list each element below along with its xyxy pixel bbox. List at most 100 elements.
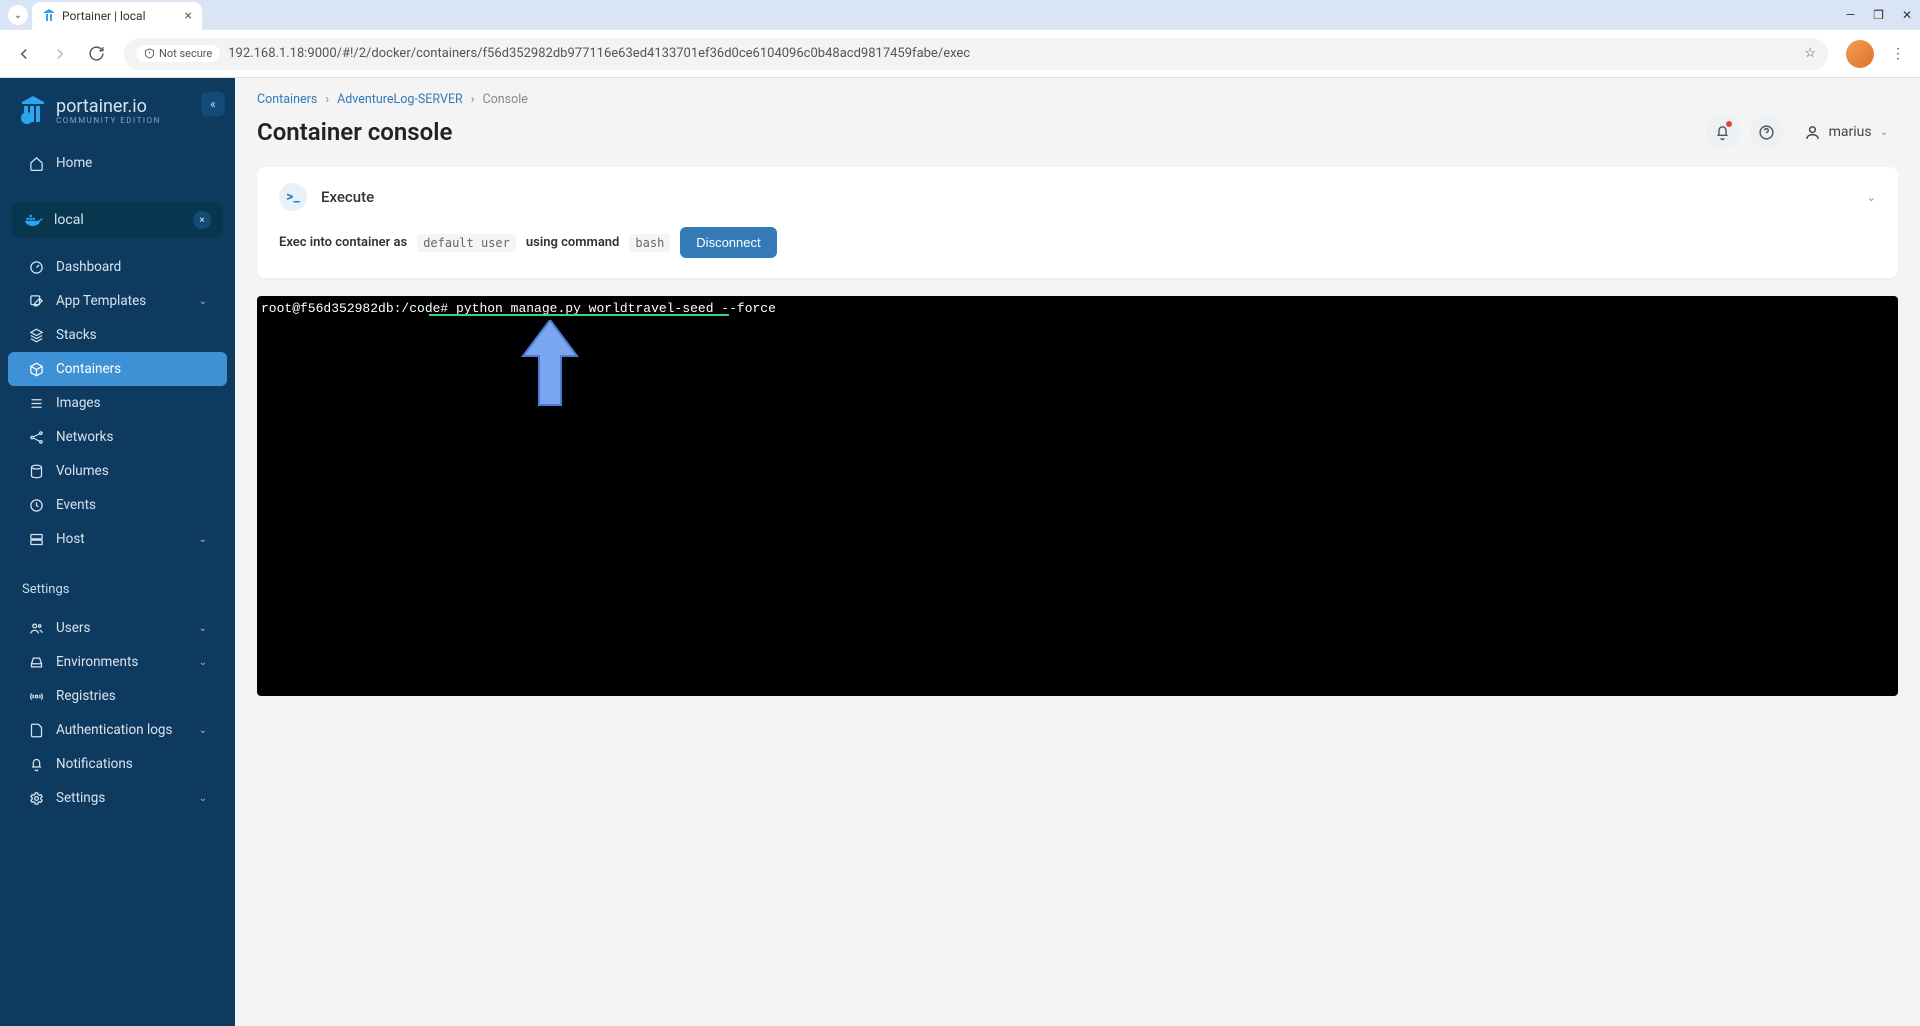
user-menu[interactable]: marius ⌄ — [1794, 118, 1898, 147]
main-content: Containers › AdventureLog-SERVER › Conso… — [235, 78, 1920, 1026]
sidebar-item-label: Users — [56, 620, 90, 636]
sidebar-item-label: Stacks — [56, 327, 97, 343]
sidebar-item-label: Environments — [56, 654, 138, 670]
bookmark-star-icon[interactable]: ☆ — [1804, 46, 1816, 61]
exec-shell: bash — [629, 234, 670, 252]
sidebar-item-networks[interactable]: Networks — [8, 420, 227, 454]
brand-logo[interactable]: portainer.io COMMUNITY EDITION — [0, 78, 235, 138]
edit-icon — [28, 294, 44, 309]
sidebar-item-label: Events — [56, 497, 96, 513]
sidebar-item-label: Containers — [56, 361, 121, 377]
sidebar-item-home[interactable]: Home — [8, 146, 227, 180]
chevron-down-icon: ⌄ — [1880, 127, 1888, 138]
sidebar-item-images[interactable]: Images — [8, 386, 227, 420]
collapse-sidebar-button[interactable]: « — [201, 92, 225, 116]
breadcrumb-current: Console — [483, 92, 528, 107]
radio-icon — [28, 689, 44, 704]
sidebar-item-users[interactable]: Users ⌄ — [8, 611, 227, 645]
sidebar-item-label: Notifications — [56, 756, 133, 772]
sidebar-item-events[interactable]: Events — [8, 488, 227, 522]
notifications-button[interactable] — [1706, 115, 1740, 149]
tab-search-dropdown[interactable]: ⌄ — [8, 5, 28, 25]
list-icon — [28, 396, 44, 411]
exec-label-prefix: Exec into container as — [279, 235, 407, 250]
breadcrumb-container-name[interactable]: AdventureLog-SERVER — [337, 92, 463, 107]
browser-profile-avatar[interactable] — [1846, 40, 1874, 68]
browser-tab[interactable]: Portainer | local × — [32, 2, 202, 30]
tab-title: Portainer | local — [62, 9, 146, 23]
card-header[interactable]: >_ Execute ⌄ — [257, 167, 1898, 227]
card-title: Execute — [321, 188, 374, 206]
minimize-icon[interactable]: — — [1846, 8, 1855, 22]
share-icon — [28, 430, 44, 445]
chevron-down-icon: ⌄ — [199, 534, 207, 545]
browser-menu-icon[interactable]: ⋮ — [1884, 46, 1912, 62]
disconnect-button[interactable]: Disconnect — [680, 227, 776, 258]
sidebar-item-settings[interactable]: Settings ⌄ — [8, 781, 227, 815]
database-icon — [28, 464, 44, 479]
sidebar-item-app-templates[interactable]: App Templates ⌄ — [8, 284, 227, 318]
brand-name: portainer.io — [56, 98, 161, 116]
forward-button[interactable] — [44, 38, 76, 70]
sidebar-item-label: Dashboard — [56, 259, 121, 275]
browser-address-bar: Not secure 192.168.1.18:9000/#!/2/docker… — [0, 30, 1920, 78]
sidebar-item-label: Volumes — [56, 463, 109, 479]
maximize-icon[interactable]: ❐ — [1873, 8, 1884, 22]
close-window-icon[interactable]: ✕ — [1902, 8, 1912, 22]
sidebar-item-label: Home — [56, 155, 92, 171]
sidebar-item-volumes[interactable]: Volumes — [8, 454, 227, 488]
chevron-down-icon: ⌄ — [199, 623, 207, 634]
sidebar-item-auth-logs[interactable]: Authentication logs ⌄ — [8, 713, 227, 747]
brand-edition: COMMUNITY EDITION — [56, 116, 161, 125]
bell-icon — [28, 757, 44, 772]
chevron-down-icon: ⌄ — [199, 296, 207, 307]
sidebar: « portainer.io COMMUNITY EDITION Home lo… — [0, 78, 235, 1026]
sidebar-item-registries[interactable]: Registries — [8, 679, 227, 713]
back-button[interactable] — [8, 38, 40, 70]
sidebar-item-notifications[interactable]: Notifications — [8, 747, 227, 781]
annotation-arrow-icon — [521, 320, 579, 410]
window-controls: — ❐ ✕ — [1846, 8, 1912, 22]
tab-close-icon[interactable]: × — [185, 8, 192, 24]
not-secure-badge[interactable]: Not secure — [136, 45, 220, 62]
portainer-logo-icon — [20, 96, 46, 126]
browser-tab-strip: ⌄ Portainer | local × — ❐ ✕ — [0, 0, 1920, 30]
gear-icon — [28, 791, 44, 806]
home-icon — [28, 156, 44, 171]
sidebar-item-label: Images — [56, 395, 101, 411]
sidebar-item-label: Networks — [56, 429, 113, 445]
sidebar-item-label: Authentication logs — [56, 722, 172, 738]
annotation-underline — [429, 314, 729, 316]
hdd-icon — [28, 655, 44, 670]
notification-dot-icon — [1726, 121, 1732, 127]
environment-selector[interactable]: local × — [12, 202, 223, 238]
docker-icon — [24, 210, 44, 230]
sidebar-item-host[interactable]: Host ⌄ — [8, 522, 227, 556]
box-icon — [28, 362, 44, 377]
layers-icon — [28, 328, 44, 343]
settings-section-header: Settings — [0, 564, 235, 603]
chevron-down-icon: ⌄ — [199, 657, 207, 668]
url-text: 192.168.1.18:9000/#!/2/docker/containers… — [228, 46, 970, 61]
file-icon — [28, 723, 44, 738]
page-title: Container console — [257, 118, 452, 146]
chevron-down-icon: ⌄ — [199, 725, 207, 736]
exec-user: default user — [417, 234, 516, 252]
url-input[interactable]: Not secure 192.168.1.18:9000/#!/2/docker… — [124, 38, 1828, 70]
clock-icon — [28, 498, 44, 513]
env-name: local — [54, 212, 84, 228]
exec-label-using: using command — [526, 235, 620, 250]
sidebar-item-containers[interactable]: Containers — [8, 352, 227, 386]
env-close-icon[interactable]: × — [193, 211, 211, 229]
breadcrumb: Containers › AdventureLog-SERVER › Conso… — [257, 92, 1898, 107]
sidebar-item-dashboard[interactable]: Dashboard — [8, 250, 227, 284]
help-button[interactable] — [1750, 115, 1784, 149]
user-icon — [1804, 124, 1821, 141]
reload-button[interactable] — [80, 38, 112, 70]
breadcrumb-containers[interactable]: Containers — [257, 92, 317, 107]
terminal[interactable]: root@f56d352982db:/code# python manage.p… — [257, 296, 1898, 696]
sidebar-item-environments[interactable]: Environments ⌄ — [8, 645, 227, 679]
chevron-down-icon: ⌄ — [199, 793, 207, 804]
sidebar-item-stacks[interactable]: Stacks — [8, 318, 227, 352]
chevron-down-icon: ⌄ — [1867, 191, 1876, 204]
